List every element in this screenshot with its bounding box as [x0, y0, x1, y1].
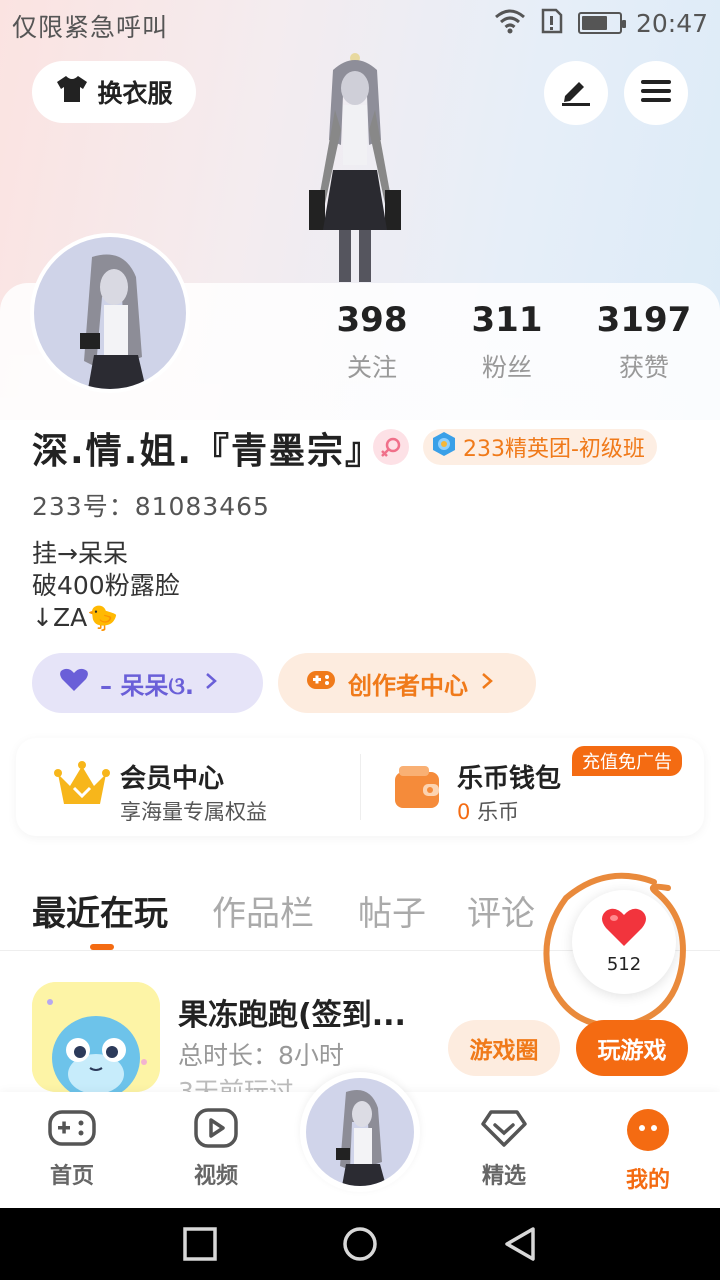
vip-center-subtitle: 享海量专属权益 [120, 800, 267, 824]
user-bio: 挂→呆呆 破400粉露脸 ↓ZA🐤 [32, 538, 180, 634]
vip-center-entry[interactable]: 会员中心 享海量专属权益 [16, 738, 360, 836]
avatar-character-figure[interactable] [295, 50, 415, 290]
nav-video-label: 视频 [193, 1164, 238, 1189]
following-label: 关注 [346, 353, 397, 382]
nav-home-label: 首页 [49, 1164, 94, 1189]
pen-icon [559, 76, 593, 110]
play-game-button[interactable]: 玩游戏 [576, 1020, 688, 1076]
battery-level [581, 16, 607, 30]
battery-icon [577, 12, 626, 34]
sim-icon [540, 8, 564, 38]
shirt-icon [55, 74, 89, 110]
rank-badge-label: 233精英团-初级班 [463, 437, 645, 462]
change-outfit-label: 换衣服 [97, 79, 173, 108]
game-icon[interactable] [32, 982, 160, 1092]
purple-heart-icon [58, 667, 90, 699]
stat-likes[interactable]: 3197 获赞 [574, 300, 714, 384]
nav-featured[interactable]: 精选 [449, 1108, 559, 1190]
nav-featured-label: 精选 [481, 1164, 526, 1189]
bio-line: 破400粉露脸 [32, 571, 180, 600]
creator-center-button[interactable]: 创作者中心 [278, 653, 536, 713]
change-outfit-button[interactable]: 换衣服 [32, 61, 196, 123]
bio-line: ↓ZA🐤 [32, 603, 119, 632]
group-chip-label: – 呆呆ଓ. [100, 671, 195, 700]
profile-avatar[interactable] [30, 233, 190, 393]
wallet-icon [393, 764, 443, 814]
user-id[interactable]: 233号：81083465 [32, 487, 270, 523]
back-triangle-icon[interactable] [502, 1226, 538, 1262]
nav-home[interactable]: 首页 [17, 1108, 127, 1190]
game-title[interactable]: 果冻跑跑(签到... [178, 990, 406, 1034]
tab-comments[interactable]: 评论 [467, 886, 535, 935]
followers-count: 311 [471, 300, 543, 340]
heart-badge-icon [479, 1110, 529, 1152]
chevron-right-icon [204, 669, 218, 697]
followers-label: 粉丝 [481, 353, 532, 382]
game-circle-button[interactable]: 游戏圈 [448, 1020, 560, 1076]
wifi-icon [494, 8, 526, 38]
chevron-right-icon [480, 669, 494, 697]
edit-profile-button[interactable] [544, 61, 608, 125]
profile-dots-icon [623, 1109, 673, 1156]
bio-line: 挂→呆呆 [32, 539, 128, 568]
tab-recently-played[interactable]: 最近在玩 [32, 886, 168, 935]
like-count: 512 [606, 954, 642, 975]
system-navigation-bar [0, 1208, 720, 1280]
nav-mine-label: 我的 [625, 1168, 670, 1193]
gamepad-icon [47, 1110, 97, 1152]
group-chip[interactable]: – 呆呆ଓ. [32, 653, 263, 713]
following-count: 398 [336, 300, 408, 340]
wallet-title: 乐币钱包 [457, 764, 562, 794]
vip-center-title: 会员中心 [120, 764, 225, 794]
promo-tag[interactable]: 充值免广告 [572, 746, 682, 776]
carrier-text: 仅限紧急呼叫 [12, 13, 169, 42]
recents-square-icon[interactable] [182, 1226, 218, 1262]
tab-works[interactable]: 作品栏 [212, 886, 314, 935]
video-icon [191, 1108, 241, 1152]
home-circle-icon[interactable] [342, 1226, 378, 1262]
tab-posts[interactable]: 帖子 [358, 886, 426, 935]
female-gender-icon [373, 429, 409, 465]
wallet-balance: 0 [457, 800, 471, 824]
stat-followers[interactable]: 311 粉丝 [437, 300, 577, 384]
nav-video[interactable]: 视频 [161, 1108, 271, 1190]
likes-count: 3197 [596, 300, 692, 340]
gamepad-icon [306, 668, 336, 698]
crown-icon [54, 760, 110, 816]
rank-badge[interactable]: 233精英团-初级班 [423, 429, 657, 465]
stat-following[interactable]: 398 关注 [302, 300, 442, 384]
rank-medal-icon [431, 431, 457, 463]
like-floating-button[interactable]: 512 [572, 890, 676, 994]
status-bar: 仅限紧急呼叫 20:47 [0, 0, 720, 50]
nav-center-avatar[interactable] [300, 1072, 420, 1192]
status-time: 20:47 [635, 8, 708, 38]
wallet-unit: 乐币 [477, 800, 520, 824]
menu-button[interactable] [624, 61, 688, 125]
menu-icon [639, 76, 673, 110]
creator-center-label: 创作者中心 [348, 671, 468, 700]
game-duration: 总时长：8小时 [178, 1041, 344, 1070]
likes-label: 获赞 [618, 353, 669, 382]
heart-icon [600, 906, 648, 952]
member-wallet-card: 会员中心 享海量专属权益 乐币钱包 0 乐币 充值免广告 [16, 738, 704, 836]
nav-mine[interactable]: 我的 [593, 1108, 703, 1194]
game-last-played: 3天前玩过 [178, 1077, 294, 1094]
username: 深.情.姐.『青墨宗』 [32, 431, 384, 472]
